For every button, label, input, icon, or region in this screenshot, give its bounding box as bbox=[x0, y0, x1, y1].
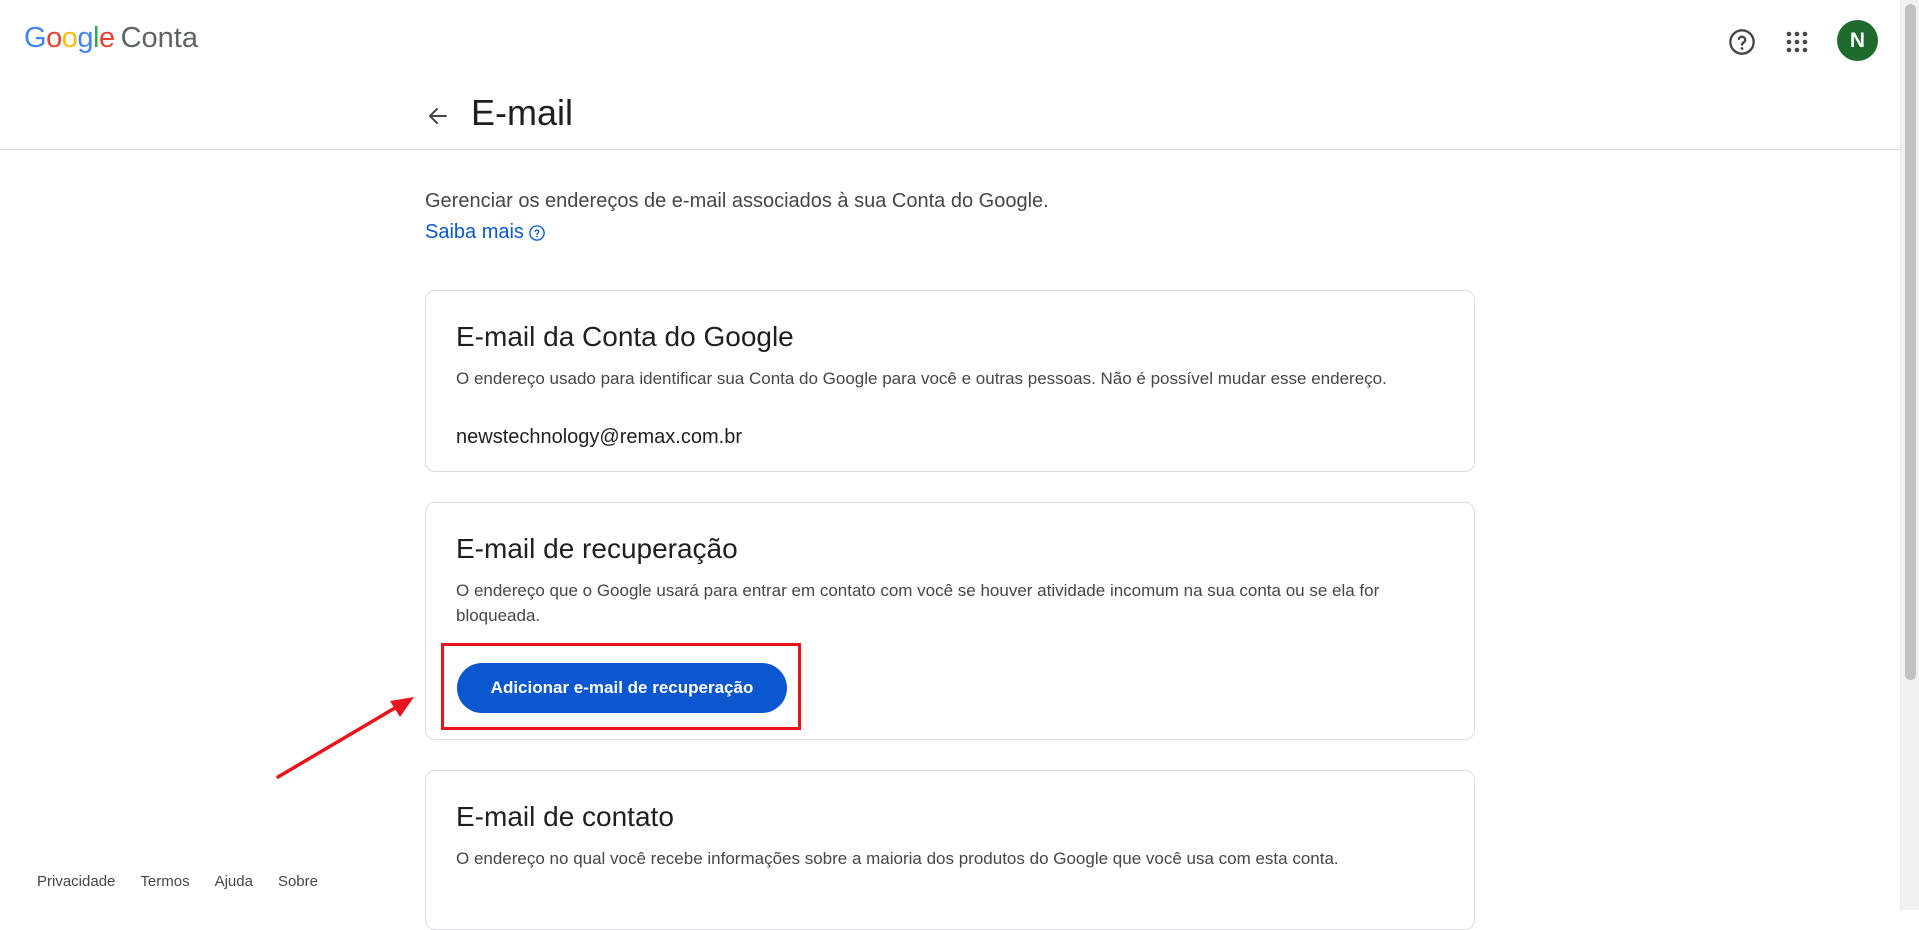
account-email-value: newstechnology@remax.com.br bbox=[456, 426, 742, 448]
card-description: O endereço no qual você recebe informaçõ… bbox=[456, 849, 1339, 868]
recovery-email-card: E-mail de recuperação O endereço que o G… bbox=[425, 502, 1475, 740]
google-account-logo[interactable]: Google Conta bbox=[24, 22, 198, 55]
help-outline-icon bbox=[529, 224, 545, 241]
card-description: O endereço que o Google usará para entra… bbox=[456, 581, 1380, 625]
vertical-scrollbar[interactable] bbox=[1900, 0, 1919, 910]
page-header: E-mail bbox=[0, 80, 1900, 150]
google-wordmark: Google bbox=[24, 22, 115, 54]
top-app-bar: Google Conta N bbox=[0, 0, 1900, 80]
card-description: O endereço usado para identificar sua Co… bbox=[456, 369, 1387, 388]
avatar[interactable]: N bbox=[1837, 20, 1878, 61]
card-title: E-mail da Conta do Google bbox=[456, 321, 794, 352]
page-title: E-mail bbox=[471, 92, 574, 133]
footer-links: Privacidade Termos Ajuda Sobre bbox=[37, 873, 318, 890]
card-title: E-mail de contato bbox=[456, 801, 674, 832]
page-description: Gerenciar os endereços de e-mail associa… bbox=[425, 190, 1049, 212]
footer-terms-link[interactable]: Termos bbox=[140, 873, 189, 890]
contact-email-card: E-mail de contato O endereço no qual voc… bbox=[425, 770, 1475, 930]
learn-more-label: Saiba mais bbox=[425, 221, 524, 243]
learn-more-link[interactable]: Saiba mais bbox=[425, 221, 546, 244]
arrow-back-icon[interactable] bbox=[418, 96, 458, 136]
annotation-arrow-icon bbox=[276, 697, 414, 779]
scrollbar-thumb[interactable] bbox=[1905, 4, 1916, 680]
footer-privacy-link[interactable]: Privacidade bbox=[37, 873, 115, 890]
footer-help-link[interactable]: Ajuda bbox=[215, 873, 253, 890]
product-name: Conta bbox=[120, 22, 198, 54]
account-email-card: E-mail da Conta do Google O endereço usa… bbox=[425, 290, 1475, 472]
help-circle-icon[interactable] bbox=[1722, 22, 1762, 62]
card-title: E-mail de recuperação bbox=[456, 533, 738, 564]
add-recovery-email-button[interactable]: Adicionar e-mail de recuperação bbox=[457, 663, 787, 713]
apps-grid-icon[interactable] bbox=[1777, 22, 1817, 62]
footer-about-link[interactable]: Sobre bbox=[278, 873, 318, 890]
